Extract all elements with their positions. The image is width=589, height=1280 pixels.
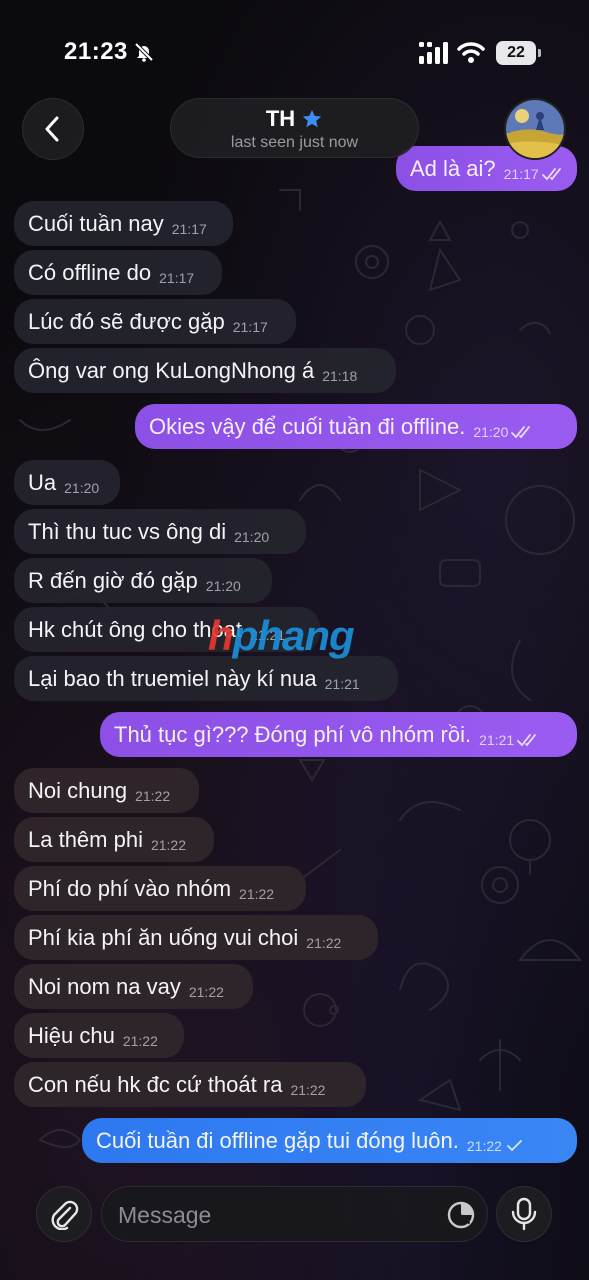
message-text: Thì thu tuc vs ông di (28, 518, 227, 544)
message-time: 21:22 (290, 1081, 326, 1098)
message-input[interactable] (118, 1199, 428, 1231)
message-time: 21:20 (234, 528, 270, 545)
incoming-message[interactable]: Có offline do 21:17 (14, 250, 222, 295)
message-time: 21:20 (64, 479, 100, 496)
message-text: Noi chung (28, 777, 128, 803)
incoming-message[interactable]: Noi nom na vay 21:22 (14, 964, 253, 1009)
message-text: Ông var ong KuLongNhong á (28, 357, 315, 383)
incoming-message[interactable]: Ông var ong KuLongNhong á 21:18 (14, 348, 396, 393)
message-time: 21:17 (232, 318, 268, 335)
message-time: 21:22 (135, 787, 171, 804)
message-text: Okies vậy để cuối tuần đi offline. (149, 413, 466, 439)
message-text: Ua (28, 469, 57, 495)
chat-title[interactable]: TH last seen just now (170, 98, 419, 158)
message-text: Lại bao th truemiel này kí nua (28, 665, 317, 691)
message-time: 21:20 (473, 423, 509, 440)
message-input-box[interactable] (101, 1186, 488, 1242)
outgoing-message[interactable]: Thủ tục gì??? Đóng phí vô nhóm rồi. 21:21 (100, 712, 577, 757)
chevron-left-icon (45, 116, 59, 142)
incoming-message[interactable]: Thì thu tuc vs ông di 21:20 (14, 509, 306, 554)
message-text: Có offline do (28, 259, 152, 285)
message-time: 21:21 (324, 675, 360, 692)
message-time: 21:18 (322, 367, 358, 384)
message-text: Phí do phí vào nhóm (28, 875, 232, 901)
microphone-icon (511, 1197, 537, 1231)
avatar[interactable] (504, 98, 566, 160)
incoming-message[interactable]: La thêm phi 21:22 (14, 817, 214, 862)
last-seen-status: last seen just now (230, 134, 359, 151)
attach-button[interactable] (36, 1186, 92, 1242)
outgoing-message[interactable]: Okies vậy để cuối tuần đi offline. 21:20 (135, 404, 577, 449)
message-time: 21:22 (122, 1032, 158, 1049)
message-text: Thủ tục gì??? Đóng phí vô nhóm rồi. (114, 721, 472, 747)
message-time: 21:17 (171, 220, 207, 237)
contact-name: TH (265, 106, 296, 131)
outgoing-message[interactable]: Cuối tuần đi offline gặp tui đóng luôn. 2… (82, 1118, 577, 1163)
watermark-logo: hphang (208, 612, 355, 659)
message-time: 21:20 (205, 577, 241, 594)
incoming-message[interactable]: Noi chung 21:22 (14, 768, 199, 813)
message-text: Cuối tuần nay (28, 210, 164, 236)
message-text: R đến giờ đó gặp (28, 567, 198, 593)
check-icon (507, 1139, 522, 1151)
incoming-message[interactable]: Cuối tuần nay 21:17 (14, 201, 233, 246)
incoming-message[interactable]: Lại bao th truemiel này kí nua 21:21 (14, 656, 398, 701)
message-time: 21:22 (306, 934, 342, 951)
message-text: Hiệu chu (28, 1022, 115, 1048)
message-text: Cuối tuần đi offline gặp tui đóng luôn. (96, 1127, 459, 1153)
message-text: Ad là ai? (410, 155, 496, 181)
message-text: Noi nom na vay (28, 973, 181, 999)
paperclip-icon (51, 1200, 79, 1230)
message-time: 21:17 (159, 269, 195, 286)
double-check-icon (511, 425, 531, 438)
message-time: 21:22 (150, 836, 187, 853)
message-time: 21:22 (188, 983, 224, 1000)
incoming-message[interactable]: R đến giờ đó gặp 21:20 (14, 558, 272, 603)
incoming-message[interactable]: Ua 21:20 (14, 460, 120, 505)
incoming-message[interactable]: Hiệu chu 21:22 (14, 1013, 184, 1058)
double-check-icon (541, 167, 561, 180)
double-check-icon (517, 733, 537, 746)
incoming-message[interactable]: Lúc đó sẽ được gặp 21:17 (14, 299, 296, 344)
message-text: Phí kia phí ăn uống vui choi (28, 924, 299, 950)
sticker-icon[interactable] (445, 1199, 477, 1231)
message-text: Lúc đó sẽ được gặp (28, 308, 225, 334)
message-time: 21:22 (466, 1137, 502, 1154)
message-time: 21:17 (503, 165, 539, 182)
incoming-message[interactable]: Con nếu hk đc cứ thoát ra 21:22 (14, 1062, 366, 1107)
incoming-message[interactable]: Phí kia phí ăn uống vui choi 21:22 (14, 915, 378, 960)
mic-button[interactable] (496, 1186, 552, 1242)
star-icon (302, 109, 322, 128)
message-text: La thêm phi (28, 826, 143, 852)
incoming-message[interactable]: Phí do phí vào nhóm 21:22 (14, 866, 306, 911)
message-time: 21:22 (239, 885, 275, 902)
message-text: Con nếu hk đc cứ thoát ra (28, 1071, 283, 1097)
back-button[interactable] (22, 98, 84, 160)
message-time: 21:21 (479, 731, 515, 748)
